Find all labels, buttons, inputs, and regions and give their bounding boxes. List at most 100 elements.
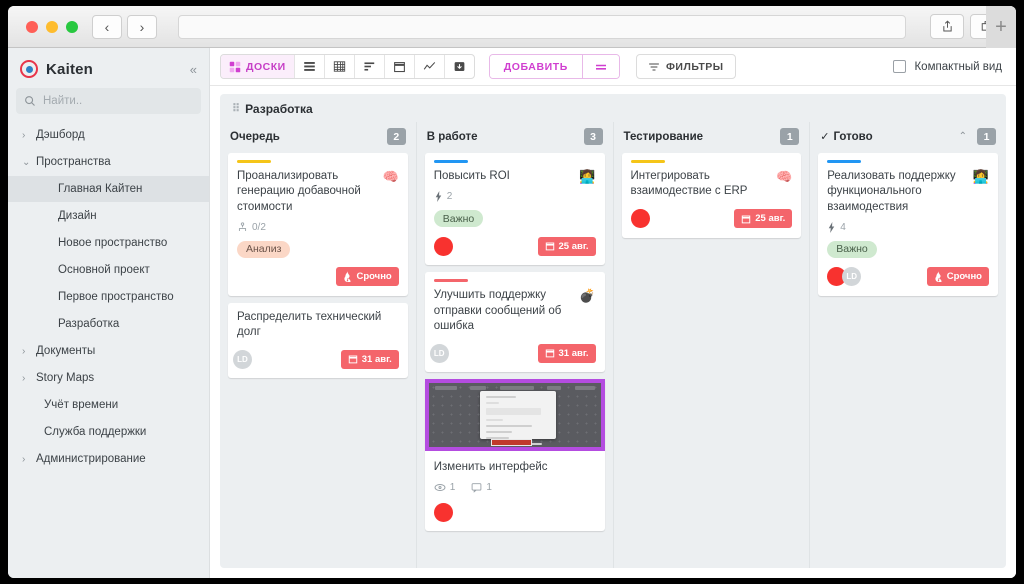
due-date-badge[interactable]: 31 авг. [340, 349, 399, 369]
sidebar-collapse-button[interactable]: « [190, 62, 197, 77]
sidebar-item-4[interactable]: Новое пространство [8, 230, 209, 256]
sidebar-item-label: Главная Кайтен [58, 183, 143, 195]
due-date-badge[interactable]: 25 авг. [537, 236, 596, 256]
card-body: Изменить интерфейс 1 1 [425, 451, 605, 522]
drag-handle-icon[interactable]: ⠿ [232, 103, 240, 115]
board-wrap: ⠿ Разработка Очередь 2 Проанализировать ге… [210, 86, 1016, 578]
add-button[interactable]: ДОБАВИТЬ [489, 55, 583, 78]
toolbar: ДОСКИ ДОБАВИТЬ ФИЛЬТРЫ Компактный вид [210, 48, 1016, 86]
column-header[interactable]: Тестирование 1 [622, 122, 802, 153]
view-grid[interactable] [325, 55, 355, 78]
avatar[interactable]: LD [233, 349, 252, 369]
priority-icon [434, 191, 443, 203]
card-footer: LD 31 авг. [429, 343, 596, 363]
compact-view-checkbox[interactable] [893, 60, 907, 73]
sidebar-item-label: Служба поддержки [44, 426, 147, 438]
urgent-badge[interactable]: Срочно [926, 267, 989, 287]
card-meta: 0/2 [237, 222, 399, 233]
avatar[interactable]: LD [842, 267, 862, 287]
sidebar-item-label: Разработка [58, 318, 120, 330]
card-title: Интегрировать взаимодествие с ERP [630, 170, 748, 198]
view-calendar[interactable] [385, 55, 415, 78]
card[interactable]: Изменить интерфейс 1 1 [424, 379, 605, 532]
share-icon[interactable] [930, 14, 964, 39]
add-menu-button[interactable] [582, 55, 619, 78]
badge-label: 31 авг. [361, 353, 392, 365]
chevron-icon[interactable]: › [22, 130, 36, 141]
sidebar-item-1[interactable]: ⌄ Пространства [8, 149, 209, 175]
person-computer-icon: 👩‍💻 [972, 169, 989, 184]
address-bar[interactable] [178, 14, 906, 39]
card-footer: Срочно [237, 267, 399, 287]
sidebar-item-6[interactable]: Первое пространство [8, 284, 209, 310]
urgent-badge[interactable]: Срочно [336, 267, 399, 287]
card-meta-value: 1 [449, 482, 456, 494]
add-group: ДОБАВИТЬ [488, 54, 620, 79]
due-date-badge[interactable]: 31 авг. [537, 343, 596, 363]
card[interactable]: Реализовать поддержку функционального вз… [818, 153, 998, 296]
sidebar-item-10[interactable]: Учёт времени [8, 392, 209, 418]
compact-view-toggle[interactable]: Компактный вид [893, 60, 1002, 73]
board-column: Тестирование 1 Интегрировать взаимодествие… [612, 122, 810, 568]
close-window-button[interactable] [26, 20, 38, 33]
due-date-badge[interactable]: 25 авг. [734, 209, 793, 229]
column-header[interactable]: Очередь 2 [228, 122, 408, 153]
badge-label: Срочно [946, 271, 982, 283]
minimize-window-button[interactable] [46, 20, 58, 33]
card[interactable]: Улучшить поддержку отправки сообщений об… [424, 272, 605, 373]
card-meta-value: 4 [840, 221, 846, 233]
search-icon [25, 96, 35, 106]
sidebar-item-label: Документы [36, 345, 96, 357]
avatar[interactable] [630, 209, 650, 229]
avatar[interactable] [433, 502, 453, 522]
maximize-window-button[interactable] [66, 20, 78, 33]
card-tag[interactable]: Анализ [237, 240, 291, 258]
board: ⠿ Разработка Очередь 2 Проанализировать ге… [220, 94, 1006, 568]
chevron-up-icon[interactable]: ⌃ [959, 131, 967, 142]
sidebar-item-0[interactable]: › Дэшборд [8, 122, 209, 148]
board-column: ✓ Готово ⌃ 1 Реализовать поддержку функциона… [809, 122, 1006, 568]
column-header[interactable]: В работе 3 [425, 122, 605, 153]
sidebar-item-label: Основной проект [58, 264, 150, 276]
sidebar-item-3[interactable]: Дизайн [8, 203, 209, 229]
search-input[interactable]: Найти.. [16, 88, 201, 114]
card[interactable]: Повысить ROI 👩‍💻 2 Важно 25 авг. [424, 153, 605, 266]
sidebar-item-9[interactable]: › Story Maps [8, 365, 209, 391]
column-count-badge: 1 [780, 128, 800, 145]
avatar[interactable]: LD [429, 343, 449, 363]
sidebar-item-2[interactable]: Главная Кайтен [8, 176, 209, 202]
sidebar-item-8[interactable]: › Документы [8, 338, 209, 364]
card-tag[interactable]: Важно [827, 240, 877, 258]
chevron-icon[interactable]: › [22, 373, 36, 384]
chevron-icon[interactable]: › [22, 454, 36, 465]
filters-button[interactable]: ФИЛЬТРЫ [635, 54, 736, 79]
card-title-row: Распределить технический долг [237, 310, 399, 341]
view-archive[interactable] [445, 55, 474, 78]
link-icon [434, 482, 446, 493]
card[interactable]: Проанализировать генерацию добавочной ст… [228, 153, 408, 296]
view-boards[interactable]: ДОСКИ [221, 55, 295, 78]
card[interactable]: Интегрировать взаимодествие с ERP 🧠 25 авг… [621, 153, 802, 238]
card-list: Интегрировать взаимодествие с ERP 🧠 25 авг… [621, 153, 802, 238]
back-button[interactable]: ‹ [92, 14, 122, 39]
column-header[interactable]: ✓ Готово ⌃ 1 [818, 122, 998, 153]
brand-name: Kaiten [46, 60, 94, 78]
view-list[interactable] [295, 55, 325, 78]
card-tag[interactable]: Важно [433, 210, 484, 228]
column-name: Очередь [230, 130, 280, 143]
sidebar-item-12[interactable]: › Администрирование [8, 446, 209, 472]
card-footer: 25 авг. [630, 209, 793, 229]
new-tab-button[interactable]: + [986, 6, 1016, 48]
chevron-icon[interactable]: ⌄ [22, 157, 36, 168]
sidebar-item-5[interactable]: Основной проект [8, 257, 209, 283]
badge-label: 31 авг. [558, 347, 589, 359]
card[interactable]: Распределить технический долг LD 31 авг. [228, 302, 408, 379]
avatar[interactable] [433, 236, 453, 256]
view-sort[interactable] [355, 55, 385, 78]
chevron-icon[interactable]: › [22, 346, 36, 357]
sidebar-item-11[interactable]: Служба поддержки [8, 419, 209, 445]
sidebar-item-7[interactable]: Разработка [8, 311, 209, 337]
view-chart[interactable] [415, 55, 445, 78]
forward-button[interactable]: › [127, 14, 157, 39]
fire-icon [934, 271, 943, 283]
